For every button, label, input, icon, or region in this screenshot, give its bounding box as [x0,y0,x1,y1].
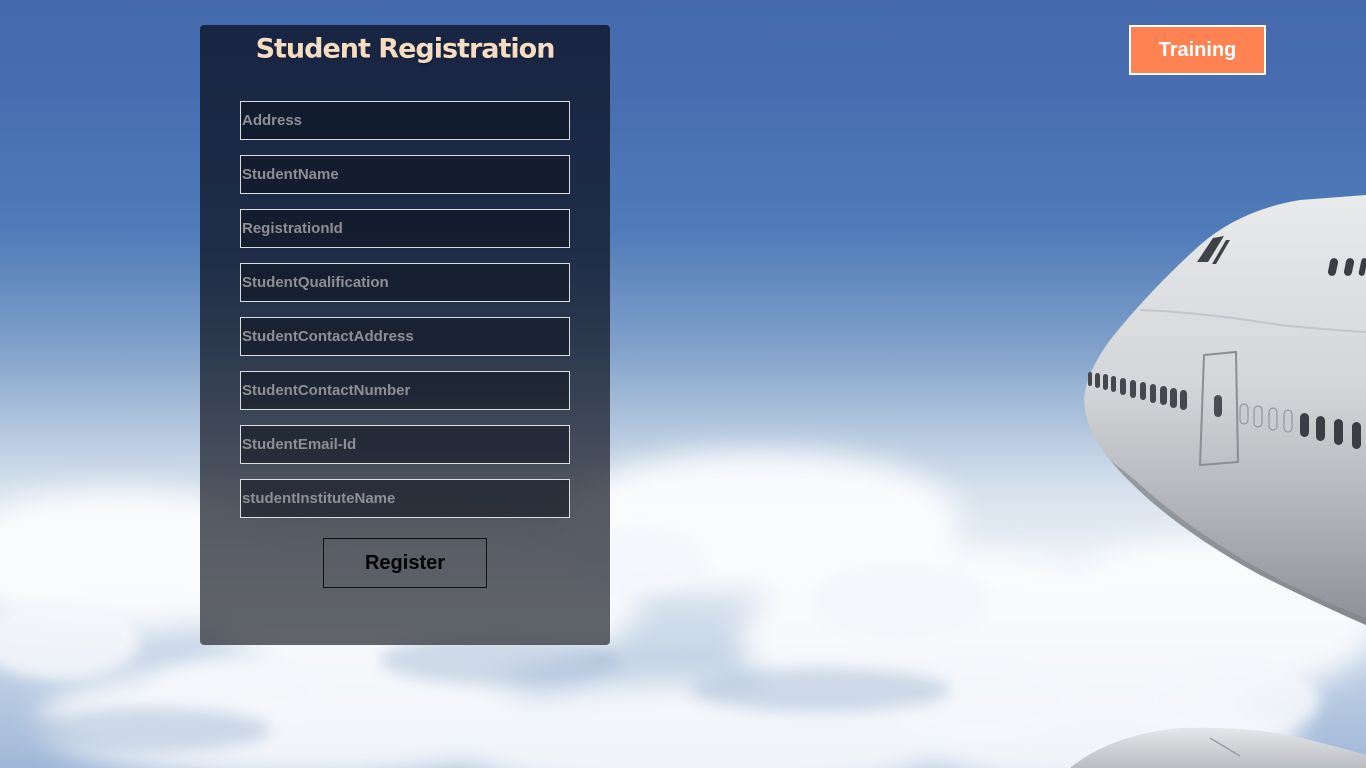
training-button[interactable]: Training [1129,25,1266,75]
registration-panel: Student Registration Register [200,25,610,645]
student-email-input[interactable] [240,425,570,464]
address-input[interactable] [240,101,570,140]
student-institute-name-input[interactable] [240,479,570,518]
registration-id-input[interactable] [240,209,570,248]
form-title: Student Registration [255,33,556,65]
student-qualification-input[interactable] [240,263,570,302]
student-name-input[interactable] [240,155,570,194]
register-button[interactable]: Register [323,538,487,588]
student-contact-number-input[interactable] [240,371,570,410]
student-contact-address-input[interactable] [240,317,570,356]
